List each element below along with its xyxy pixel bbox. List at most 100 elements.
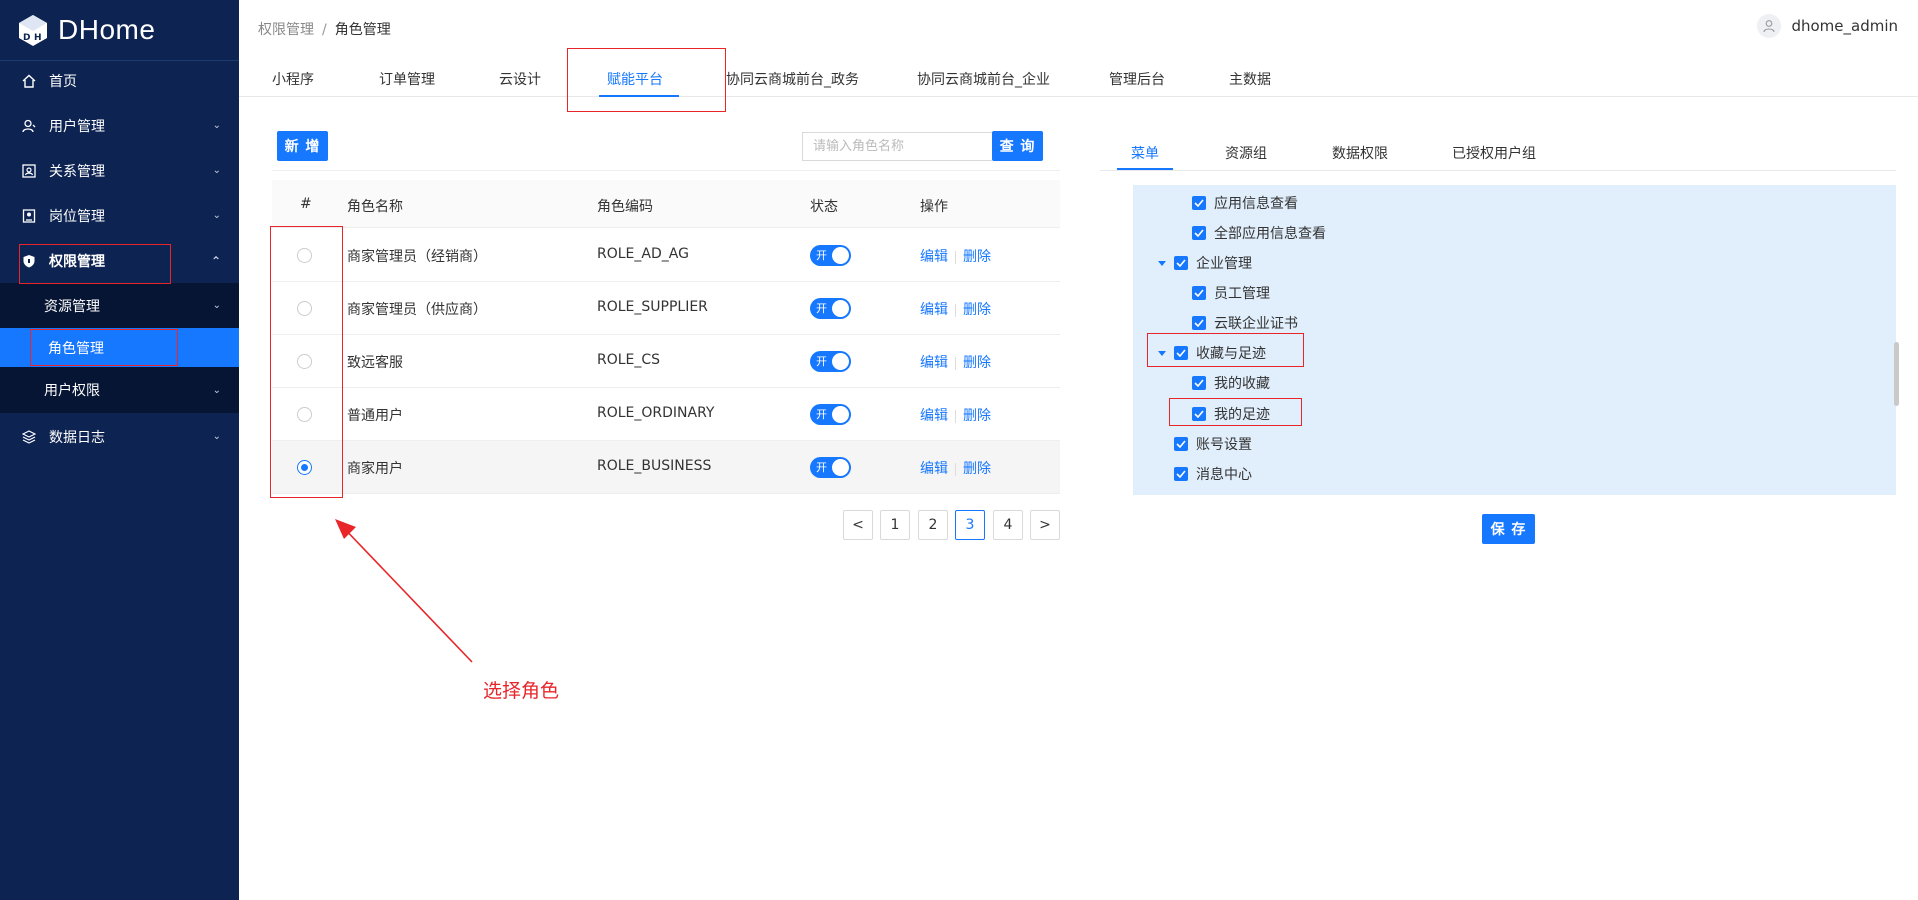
column-header-actions: 操作 xyxy=(920,199,948,215)
check-icon xyxy=(1176,259,1186,267)
role-code: ROLE_ORDINARY xyxy=(597,405,715,421)
table-row[interactable]: 商家管理员（供应商） ROLE_SUPPLIER 开 编辑 删除 xyxy=(272,282,1060,335)
tab-menu[interactable]: 菜单 xyxy=(1131,143,1159,163)
sidebar-item-label: 用户管理 xyxy=(49,118,105,135)
breadcrumb-separator: / xyxy=(322,22,327,38)
tree-node[interactable]: 消息中心 xyxy=(1174,464,1252,484)
role-name: 致远客服 xyxy=(347,355,403,371)
annotation-box xyxy=(19,244,171,284)
tab-order-management[interactable]: 订单管理 xyxy=(379,69,435,89)
caret-down-icon[interactable] xyxy=(1158,261,1166,266)
logo: D H DHome xyxy=(0,0,239,61)
checkbox-checked[interactable] xyxy=(1192,316,1206,330)
sidebar-item-user-management[interactable]: 用户管理 ⌄ xyxy=(0,103,239,148)
sidebar-item-position-management[interactable]: 岗位管理 ⌄ xyxy=(0,193,239,238)
logo-icon: D H xyxy=(16,13,50,47)
checkbox-checked[interactable] xyxy=(1192,376,1206,390)
page-button-current[interactable]: 3 xyxy=(955,510,985,540)
edit-link[interactable]: 编辑 xyxy=(920,249,948,265)
edit-link[interactable]: 编辑 xyxy=(920,355,948,371)
edit-link[interactable]: 编辑 xyxy=(920,408,948,424)
table-row[interactable]: 致远客服 ROLE_CS 开 编辑 删除 xyxy=(272,335,1060,388)
delete-link[interactable]: 删除 xyxy=(963,461,991,477)
delete-link[interactable]: 删除 xyxy=(963,302,991,318)
sidebar-item-resource-management[interactable]: 资源管理 ⌄ xyxy=(0,283,239,328)
tab-resource-group[interactable]: 资源组 xyxy=(1225,143,1267,163)
sidebar-item-label: 首页 xyxy=(49,73,77,90)
tab-cloud-design[interactable]: 云设计 xyxy=(499,69,541,89)
search-button[interactable]: 查 询 xyxy=(992,131,1043,161)
tree-node-label: 全部应用信息查看 xyxy=(1214,226,1326,242)
check-icon xyxy=(1194,319,1204,327)
user-menu[interactable]: dhome_admin xyxy=(1757,14,1898,38)
column-header-role-name: 角色名称 xyxy=(347,199,403,215)
avatar xyxy=(1757,14,1782,38)
table-row[interactable]: 普通用户 ROLE_ORDINARY 开 编辑 删除 xyxy=(272,388,1060,441)
tab-admin-backend[interactable]: 管理后台 xyxy=(1109,69,1165,89)
status-toggle[interactable]: 开 xyxy=(810,404,851,425)
tab-mall-enterprise[interactable]: 协同云商城前台_企业 xyxy=(917,69,1050,89)
tab-authorized-user-groups[interactable]: 已授权用户组 xyxy=(1452,143,1536,163)
status-toggle[interactable]: 开 xyxy=(810,457,851,478)
add-button[interactable]: 新 增 xyxy=(277,131,328,161)
sidebar-item-relation-management[interactable]: 关系管理 ⌄ xyxy=(0,148,239,193)
column-header-index: # xyxy=(300,196,312,212)
tree-node[interactable]: 云联企业证书 xyxy=(1192,313,1298,333)
toggle-knob xyxy=(832,406,849,423)
tab-master-data[interactable]: 主数据 xyxy=(1229,69,1271,89)
delete-link[interactable]: 删除 xyxy=(963,408,991,424)
tree-node-label: 我的收藏 xyxy=(1214,376,1270,392)
home-icon xyxy=(21,73,37,89)
sidebar-item-data-log[interactable]: 数据日志 ⌄ xyxy=(0,414,239,459)
delete-link[interactable]: 删除 xyxy=(963,249,991,265)
checkbox-checked[interactable] xyxy=(1174,437,1188,451)
tab-data-permission[interactable]: 数据权限 xyxy=(1332,143,1388,163)
checkbox-checked[interactable] xyxy=(1192,286,1206,300)
page-button[interactable]: 2 xyxy=(918,510,948,540)
page-button[interactable]: 1 xyxy=(880,510,910,540)
prev-page-button[interactable]: < xyxy=(843,510,873,540)
checkbox-checked[interactable] xyxy=(1192,226,1206,240)
tree-node-label: 企业管理 xyxy=(1196,256,1252,272)
role-search-input[interactable] xyxy=(802,132,992,161)
delete-link[interactable]: 删除 xyxy=(963,355,991,371)
checkbox-checked[interactable] xyxy=(1174,467,1188,481)
status-toggle[interactable]: 开 xyxy=(810,351,851,372)
check-icon xyxy=(1176,440,1186,448)
breadcrumb-item[interactable]: 权限管理 xyxy=(258,22,314,38)
link-separator xyxy=(955,409,956,423)
save-button[interactable]: 保 存 xyxy=(1482,514,1535,544)
edit-link[interactable]: 编辑 xyxy=(920,302,948,318)
tree-node[interactable]: 应用信息查看 xyxy=(1192,193,1298,213)
tree-node[interactable]: 我的收藏 xyxy=(1192,373,1270,393)
table-row[interactable]: 商家管理员（经销商） ROLE_AD_AG 开 编辑 删除 xyxy=(272,229,1060,282)
sidebar-item-home[interactable]: 首页 xyxy=(0,58,239,103)
tree-node[interactable]: 员工管理 xyxy=(1192,283,1270,303)
tree-node[interactable]: 全部应用信息查看 xyxy=(1192,223,1326,243)
next-page-button[interactable]: > xyxy=(1030,510,1060,540)
tab-mall-government[interactable]: 协同云商城前台_政务 xyxy=(726,69,859,89)
toggle-knob xyxy=(832,353,849,370)
sidebar-item-user-permission[interactable]: 用户权限 ⌄ xyxy=(0,367,239,413)
app-tabs: 小程序 订单管理 云设计 赋能平台 协同云商城前台_政务 协同云商城前台_企业 … xyxy=(239,55,1918,97)
role-name: 商家用户 xyxy=(347,461,403,477)
edit-link[interactable]: 编辑 xyxy=(920,461,948,477)
user-icon xyxy=(21,118,37,134)
tree-node-label: 消息中心 xyxy=(1196,467,1252,483)
chevron-down-icon: ⌄ xyxy=(212,165,221,176)
checkbox-checked[interactable] xyxy=(1192,196,1206,210)
toggle-knob xyxy=(832,247,849,264)
tab-mini-program[interactable]: 小程序 xyxy=(272,69,314,89)
tree-node[interactable]: 账号设置 xyxy=(1174,434,1252,454)
table-row-selected[interactable]: 商家用户 ROLE_BUSINESS 开 编辑 删除 xyxy=(272,441,1060,494)
checkbox-checked[interactable] xyxy=(1174,256,1188,270)
tree-node[interactable]: 企业管理 xyxy=(1174,253,1252,273)
sidebar-item-label: 关系管理 xyxy=(49,163,105,180)
tree-node-label: 员工管理 xyxy=(1214,286,1270,302)
toggle-knob xyxy=(832,459,849,476)
status-toggle[interactable]: 开 xyxy=(810,298,851,319)
status-toggle[interactable]: 开 xyxy=(810,245,851,266)
chevron-up-icon: ⌃ xyxy=(210,253,221,268)
scrollbar[interactable] xyxy=(1894,342,1899,406)
page-button[interactable]: 4 xyxy=(993,510,1023,540)
